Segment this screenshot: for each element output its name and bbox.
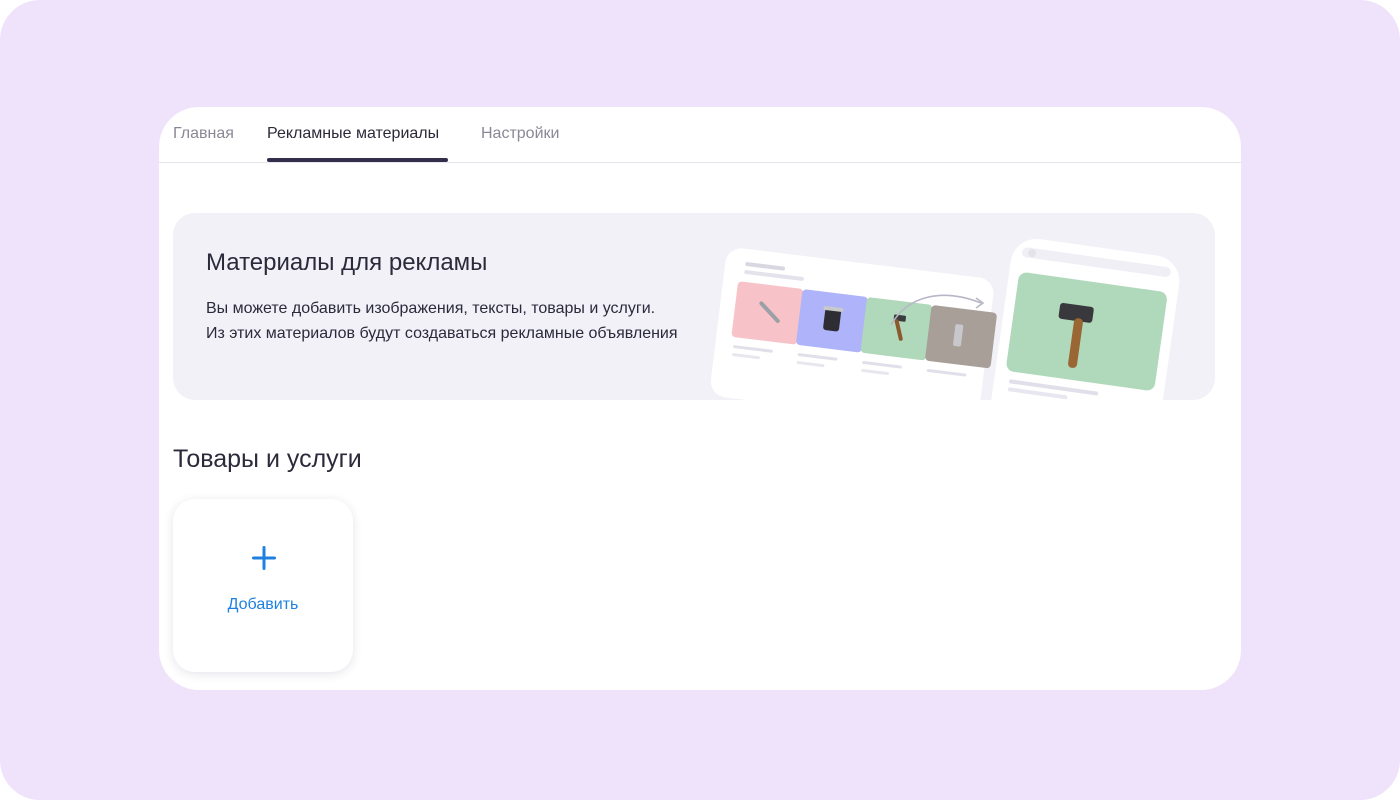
main-card: Главная Рекламные материалы Настройки Ма… <box>159 107 1241 690</box>
tab-settings[interactable]: Настройки <box>481 125 559 143</box>
products-section-title: Товары и услуги <box>173 445 362 473</box>
banner-title: Материалы для рекламы <box>206 249 488 276</box>
banner-illustration <box>710 238 1180 400</box>
active-tab-indicator <box>267 158 448 162</box>
tab-main[interactable]: Главная <box>173 125 234 143</box>
add-product-label: Добавить <box>227 596 299 613</box>
plus-icon <box>252 546 276 570</box>
page-background: Главная Рекламные материалы Настройки Ма… <box>0 0 1400 800</box>
tab-bar: Главная Рекламные материалы Настройки <box>159 107 1241 163</box>
tab-ad-materials[interactable]: Рекламные материалы <box>267 125 439 143</box>
banner-text-line-1: Вы можете добавить изображения, тексты, … <box>206 300 656 317</box>
banner-text-line-2: Из этих материалов будут создаваться рек… <box>206 325 678 342</box>
add-product-button[interactable]: Добавить <box>173 499 353 672</box>
materials-banner: Материалы для рекламы Вы можете добавить… <box>173 213 1215 400</box>
